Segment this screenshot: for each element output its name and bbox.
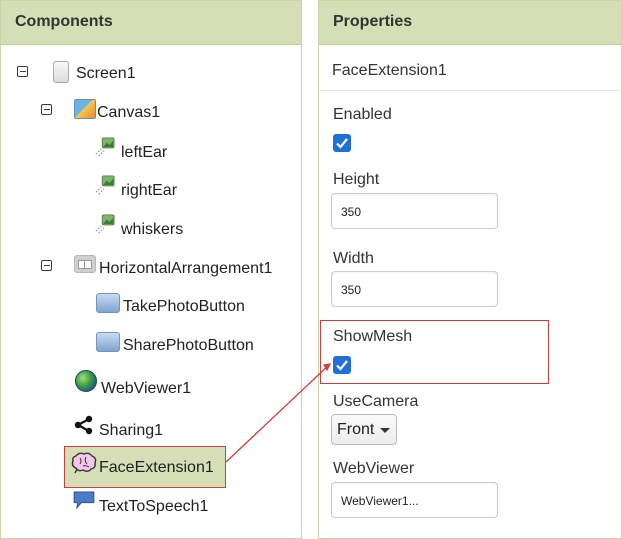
image-sprite-icon (95, 175, 115, 195)
image-sprite-icon (95, 137, 115, 157)
webviewer-input[interactable]: WebViewer1... (331, 482, 498, 518)
tree-item-rightear[interactable]: rightEar (121, 182, 177, 200)
divider (319, 90, 621, 91)
tree-item-faceextension1[interactable]: FaceExtension1 (99, 459, 214, 477)
height-input[interactable]: 350 (331, 193, 498, 229)
button-icon (96, 332, 120, 352)
tree-item-sharephotobutton[interactable]: SharePhotoButton (123, 337, 254, 355)
height-label: Height (333, 171, 380, 188)
showmesh-checkbox[interactable] (333, 356, 351, 374)
usecamera-value: Front (337, 421, 375, 438)
tree-item-webviewer1[interactable]: WebViewer1 (101, 380, 191, 398)
enabled-label: Enabled (333, 106, 392, 123)
tree-item-texttospeech1[interactable]: TextToSpeech1 (99, 498, 208, 516)
width-input[interactable]: 350 (331, 271, 498, 307)
screen-icon (53, 61, 69, 83)
speech-bubble-icon (73, 491, 95, 509)
tree-item-leftear[interactable]: leftEar (121, 144, 167, 162)
usecamera-select[interactable]: Front (331, 414, 397, 445)
tree-item-canvas1[interactable]: Canvas1 (97, 104, 160, 122)
chevron-down-icon (380, 428, 390, 433)
button-icon (96, 293, 120, 313)
canvas-icon (74, 99, 96, 119)
checkmark-icon (336, 360, 348, 371)
showmesh-label: ShowMesh (333, 328, 413, 345)
collapse-toggle-horizontalarrangement1[interactable] (41, 260, 52, 271)
width-label: Width (333, 250, 374, 267)
collapse-toggle-canvas1[interactable] (41, 104, 52, 115)
tree-item-takephotobutton[interactable]: TakePhotoButton (123, 298, 245, 316)
usecamera-label: UseCamera (333, 393, 419, 410)
checkmark-icon (336, 138, 348, 149)
selected-component-name: FaceExtension1 (332, 62, 447, 79)
globe-icon (75, 370, 97, 392)
collapse-toggle-screen1[interactable] (17, 66, 28, 77)
brain-icon (71, 452, 97, 474)
tree-item-sharing1[interactable]: Sharing1 (99, 422, 163, 440)
components-header: Components (1, 1, 301, 45)
enabled-checkbox[interactable] (333, 134, 351, 152)
properties-panel: Properties (318, 0, 622, 539)
webviewer-label: WebViewer (333, 460, 415, 477)
tree-item-screen1[interactable]: Screen1 (76, 65, 136, 83)
image-sprite-icon (95, 214, 115, 234)
tree-item-whiskers[interactable]: whiskers (121, 221, 183, 239)
horizontal-arrangement-icon (74, 255, 96, 273)
properties-header: Properties (319, 1, 621, 45)
tree-item-horizontalarrangement1[interactable]: HorizontalArrangement1 (99, 260, 272, 278)
share-icon (74, 415, 93, 435)
